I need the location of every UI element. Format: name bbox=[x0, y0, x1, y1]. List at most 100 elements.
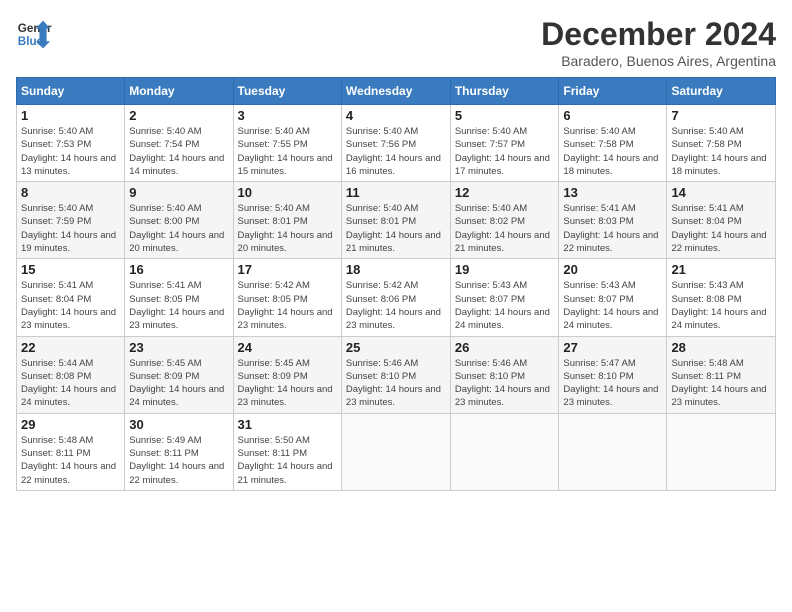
calendar-cell: 25 Sunrise: 5:46 AMSunset: 8:10 PMDayligh… bbox=[341, 336, 450, 413]
day-number: 7 bbox=[671, 108, 771, 123]
day-detail: Sunrise: 5:48 AMSunset: 8:11 PMDaylight:… bbox=[21, 434, 120, 487]
calendar-cell: 31Sunrise: 5:50 AMSunset: 8:11 PMDayligh… bbox=[233, 413, 341, 490]
title-area: December 2024 Baradero, Buenos Aires, Ar… bbox=[541, 16, 776, 69]
day-detail: Sunrise: 5:46 AMSunset: 8:10 PMDaylight:… bbox=[455, 357, 555, 410]
calendar-cell: 14 Sunrise: 5:41 AMSunset: 8:04 PMDayligh… bbox=[667, 182, 776, 259]
calendar-cell: 30 Sunrise: 5:49 AMSunset: 8:11 PMDayligh… bbox=[125, 413, 233, 490]
day-number: 10 bbox=[238, 185, 337, 200]
calendar-cell: 5 Sunrise: 5:40 AMSunset: 7:57 PMDaylight… bbox=[450, 105, 559, 182]
day-detail: Sunrise: 5:49 AMSunset: 8:11 PMDaylight:… bbox=[129, 434, 228, 487]
calendar-cell: 12Sunrise: 5:40 AMSunset: 8:02 PMDayligh… bbox=[450, 182, 559, 259]
calendar-week-2: 8Sunrise: 5:40 AMSunset: 7:59 PMDaylight… bbox=[17, 182, 776, 259]
calendar-cell: 28 Sunrise: 5:48 AMSunset: 8:11 PMDayligh… bbox=[667, 336, 776, 413]
day-detail: Sunrise: 5:47 AMSunset: 8:10 PMDaylight:… bbox=[563, 357, 662, 410]
calendar-week-4: 22 Sunrise: 5:44 AMSunset: 8:08 PMDayligh… bbox=[17, 336, 776, 413]
day-detail: Sunrise: 5:40 AMSunset: 7:57 PMDaylight:… bbox=[455, 125, 555, 178]
day-number: 8 bbox=[21, 185, 120, 200]
calendar-cell: 21 Sunrise: 5:43 AMSunset: 8:08 PMDayligh… bbox=[667, 259, 776, 336]
calendar-cell bbox=[341, 413, 450, 490]
calendar-cell: 1 Sunrise: 5:40 AMSunset: 7:53 PMDaylight… bbox=[17, 105, 125, 182]
day-number: 26 bbox=[455, 340, 555, 355]
day-number: 29 bbox=[21, 417, 120, 432]
header: General Blue December 2024 Baradero, Bue… bbox=[16, 16, 776, 69]
day-number: 2 bbox=[129, 108, 228, 123]
day-detail: Sunrise: 5:40 AMSunset: 7:54 PMDaylight:… bbox=[129, 125, 228, 178]
calendar-cell: 19 Sunrise: 5:43 AMSunset: 8:07 PMDayligh… bbox=[450, 259, 559, 336]
day-detail: Sunrise: 5:41 AMSunset: 8:05 PMDaylight:… bbox=[129, 279, 228, 332]
day-detail: Sunrise: 5:48 AMSunset: 8:11 PMDaylight:… bbox=[671, 357, 771, 410]
calendar-cell: 13 Sunrise: 5:41 AMSunset: 8:03 PMDayligh… bbox=[559, 182, 667, 259]
weekday-header-tuesday: Tuesday bbox=[233, 78, 341, 105]
day-number: 31 bbox=[238, 417, 337, 432]
day-detail: Sunrise: 5:40 AMSunset: 8:02 PMDaylight:… bbox=[455, 202, 555, 255]
calendar-cell: 2 Sunrise: 5:40 AMSunset: 7:54 PMDaylight… bbox=[125, 105, 233, 182]
day-number: 19 bbox=[455, 262, 555, 277]
day-detail: Sunrise: 5:45 AMSunset: 8:09 PMDaylight:… bbox=[129, 357, 228, 410]
day-detail: Sunrise: 5:40 AMSunset: 7:55 PMDaylight:… bbox=[238, 125, 337, 178]
calendar-cell: 6 Sunrise: 5:40 AMSunset: 7:58 PMDaylight… bbox=[559, 105, 667, 182]
calendar-cell bbox=[559, 413, 667, 490]
calendar-cell: 24 Sunrise: 5:45 AMSunset: 8:09 PMDayligh… bbox=[233, 336, 341, 413]
calendar-subtitle: Baradero, Buenos Aires, Argentina bbox=[541, 53, 776, 69]
calendar-title: December 2024 bbox=[541, 16, 776, 53]
day-number: 28 bbox=[671, 340, 771, 355]
day-number: 18 bbox=[346, 262, 446, 277]
day-number: 30 bbox=[129, 417, 228, 432]
day-detail: Sunrise: 5:40 AMSunset: 7:58 PMDaylight:… bbox=[563, 125, 662, 178]
weekday-header-wednesday: Wednesday bbox=[341, 78, 450, 105]
day-detail: Sunrise: 5:40 AMSunset: 7:53 PMDaylight:… bbox=[21, 125, 120, 178]
day-detail: Sunrise: 5:46 AMSunset: 8:10 PMDaylight:… bbox=[346, 357, 446, 410]
calendar-cell: 18 Sunrise: 5:42 AMSunset: 8:06 PMDayligh… bbox=[341, 259, 450, 336]
day-detail: Sunrise: 5:44 AMSunset: 8:08 PMDaylight:… bbox=[21, 357, 120, 410]
calendar-cell: 15Sunrise: 5:41 AMSunset: 8:04 PMDayligh… bbox=[17, 259, 125, 336]
day-detail: Sunrise: 5:40 AMSunset: 7:56 PMDaylight:… bbox=[346, 125, 446, 178]
calendar-cell: 17Sunrise: 5:42 AMSunset: 8:05 PMDayligh… bbox=[233, 259, 341, 336]
calendar-cell: 22 Sunrise: 5:44 AMSunset: 8:08 PMDayligh… bbox=[17, 336, 125, 413]
day-number: 14 bbox=[671, 185, 771, 200]
day-number: 17 bbox=[238, 262, 337, 277]
calendar-cell bbox=[667, 413, 776, 490]
day-detail: Sunrise: 5:41 AMSunset: 8:03 PMDaylight:… bbox=[563, 202, 662, 255]
day-number: 9 bbox=[129, 185, 228, 200]
calendar-week-1: 1 Sunrise: 5:40 AMSunset: 7:53 PMDaylight… bbox=[17, 105, 776, 182]
logo-icon: General Blue bbox=[16, 16, 52, 52]
day-number: 4 bbox=[346, 108, 446, 123]
day-detail: Sunrise: 5:43 AMSunset: 8:08 PMDaylight:… bbox=[671, 279, 771, 332]
weekday-header-saturday: Saturday bbox=[667, 78, 776, 105]
day-number: 27 bbox=[563, 340, 662, 355]
day-detail: Sunrise: 5:42 AMSunset: 8:06 PMDaylight:… bbox=[346, 279, 446, 332]
weekday-header-thursday: Thursday bbox=[450, 78, 559, 105]
day-detail: Sunrise: 5:45 AMSunset: 8:09 PMDaylight:… bbox=[238, 357, 337, 410]
day-detail: Sunrise: 5:43 AMSunset: 8:07 PMDaylight:… bbox=[455, 279, 555, 332]
day-number: 20 bbox=[563, 262, 662, 277]
day-detail: Sunrise: 5:40 AMSunset: 8:01 PMDaylight:… bbox=[238, 202, 337, 255]
calendar-week-3: 15Sunrise: 5:41 AMSunset: 8:04 PMDayligh… bbox=[17, 259, 776, 336]
calendar-cell: 20 Sunrise: 5:43 AMSunset: 8:07 PMDayligh… bbox=[559, 259, 667, 336]
calendar-cell: 26 Sunrise: 5:46 AMSunset: 8:10 PMDayligh… bbox=[450, 336, 559, 413]
weekday-header-monday: Monday bbox=[125, 78, 233, 105]
day-number: 21 bbox=[671, 262, 771, 277]
day-number: 24 bbox=[238, 340, 337, 355]
day-detail: Sunrise: 5:40 AMSunset: 8:00 PMDaylight:… bbox=[129, 202, 228, 255]
day-number: 3 bbox=[238, 108, 337, 123]
day-detail: Sunrise: 5:43 AMSunset: 8:07 PMDaylight:… bbox=[563, 279, 662, 332]
day-number: 16 bbox=[129, 262, 228, 277]
day-number: 22 bbox=[21, 340, 120, 355]
calendar-cell: 4 Sunrise: 5:40 AMSunset: 7:56 PMDaylight… bbox=[341, 105, 450, 182]
calendar-cell: 3 Sunrise: 5:40 AMSunset: 7:55 PMDaylight… bbox=[233, 105, 341, 182]
calendar-cell: 27 Sunrise: 5:47 AMSunset: 8:10 PMDayligh… bbox=[559, 336, 667, 413]
day-number: 13 bbox=[563, 185, 662, 200]
calendar-cell: 16 Sunrise: 5:41 AMSunset: 8:05 PMDayligh… bbox=[125, 259, 233, 336]
day-number: 5 bbox=[455, 108, 555, 123]
day-number: 25 bbox=[346, 340, 446, 355]
calendar-cell: 29 Sunrise: 5:48 AMSunset: 8:11 PMDayligh… bbox=[17, 413, 125, 490]
day-detail: Sunrise: 5:41 AMSunset: 8:04 PMDaylight:… bbox=[21, 279, 120, 332]
calendar-table: SundayMondayTuesdayWednesdayThursdayFrid… bbox=[16, 77, 776, 491]
calendar-week-5: 29 Sunrise: 5:48 AMSunset: 8:11 PMDayligh… bbox=[17, 413, 776, 490]
weekday-header-friday: Friday bbox=[559, 78, 667, 105]
day-number: 6 bbox=[563, 108, 662, 123]
day-number: 1 bbox=[21, 108, 120, 123]
calendar-cell: 10 Sunrise: 5:40 AMSunset: 8:01 PMDayligh… bbox=[233, 182, 341, 259]
svg-text:General: General bbox=[18, 22, 52, 35]
day-detail: Sunrise: 5:41 AMSunset: 8:04 PMDaylight:… bbox=[671, 202, 771, 255]
